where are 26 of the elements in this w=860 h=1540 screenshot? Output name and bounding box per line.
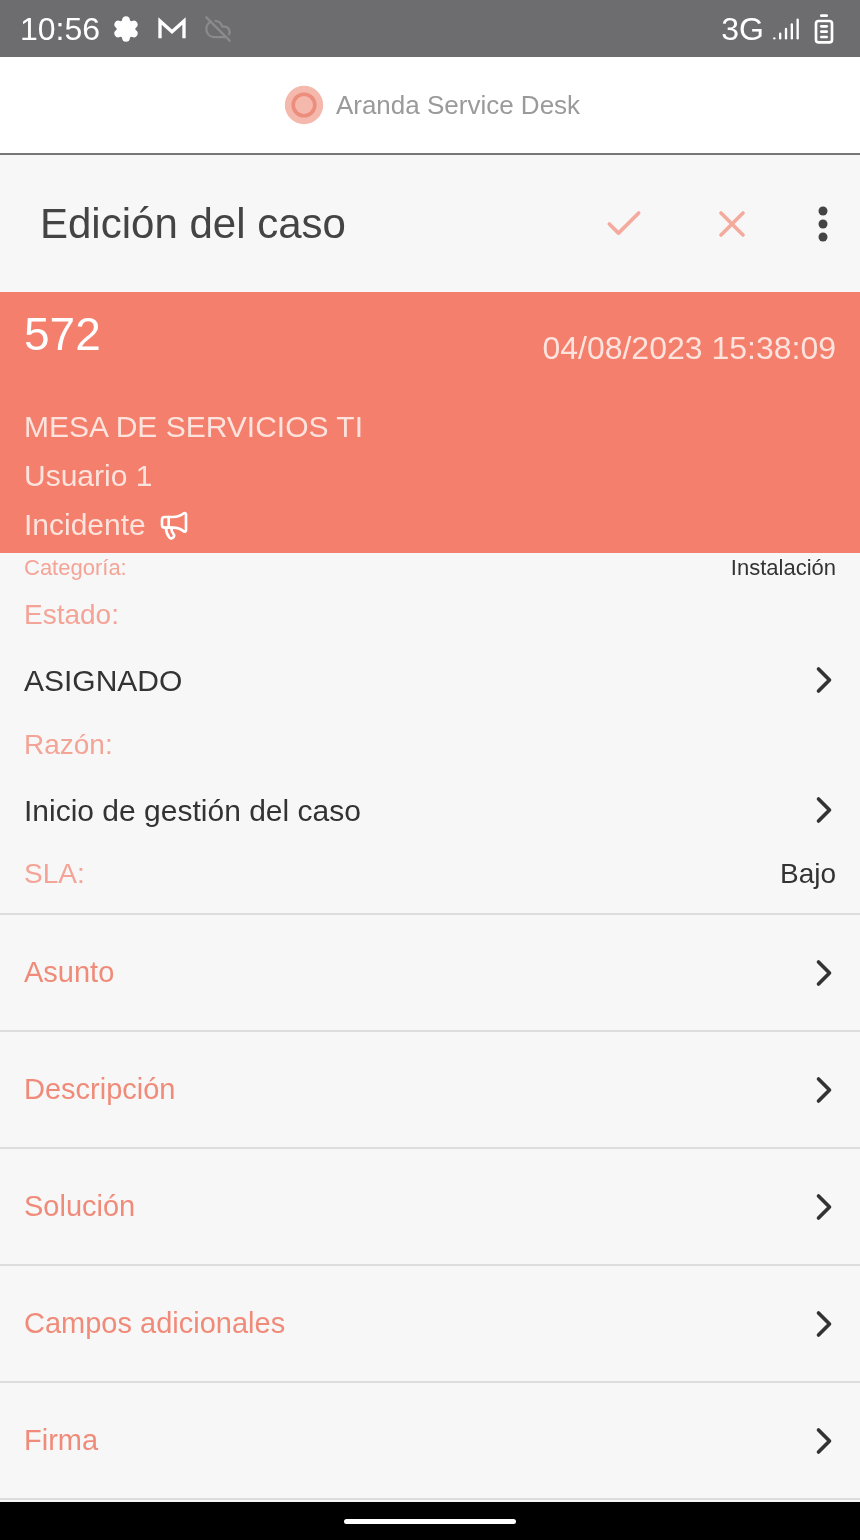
more-button[interactable]	[818, 205, 828, 242]
field-label: Razón:	[24, 728, 113, 762]
case-type: Incidente	[24, 507, 146, 543]
page-title: Edición del caso	[40, 199, 346, 249]
more-icon	[818, 205, 828, 242]
section-row[interactable]: Asunto	[0, 915, 860, 1032]
field-label: Categoría:	[24, 555, 127, 581]
case-user: Usuario 1	[24, 458, 154, 494]
settings-icon	[112, 14, 141, 43]
field-label: Estado:	[24, 598, 119, 632]
section-row[interactable]: Descripción	[0, 1032, 860, 1149]
field-label: SLA:	[24, 857, 85, 891]
status-time: 10:56	[20, 9, 101, 49]
section-row[interactable]: Campos adicionales	[0, 1266, 860, 1383]
section-row[interactable]: Solución	[0, 1149, 860, 1266]
field-value: Instalación	[730, 555, 836, 581]
case-date: 04/08/2023 15:38:09	[542, 329, 836, 368]
case-number: 572	[24, 307, 101, 362]
network-type: 3G	[721, 9, 764, 49]
field-selector[interactable]: ASIGNADO	[24, 647, 836, 713]
app-title: Aranda Service Desk	[335, 88, 581, 122]
field-value: Bajo	[779, 857, 836, 891]
home-indicator[interactable]	[344, 1518, 516, 1524]
field-selector[interactable]: Inicio de gestión del caso	[24, 777, 836, 843]
section-row[interactable]: Firma	[0, 1383, 860, 1500]
case-group: MESA DE SERVICIOS TI	[24, 404, 836, 449]
